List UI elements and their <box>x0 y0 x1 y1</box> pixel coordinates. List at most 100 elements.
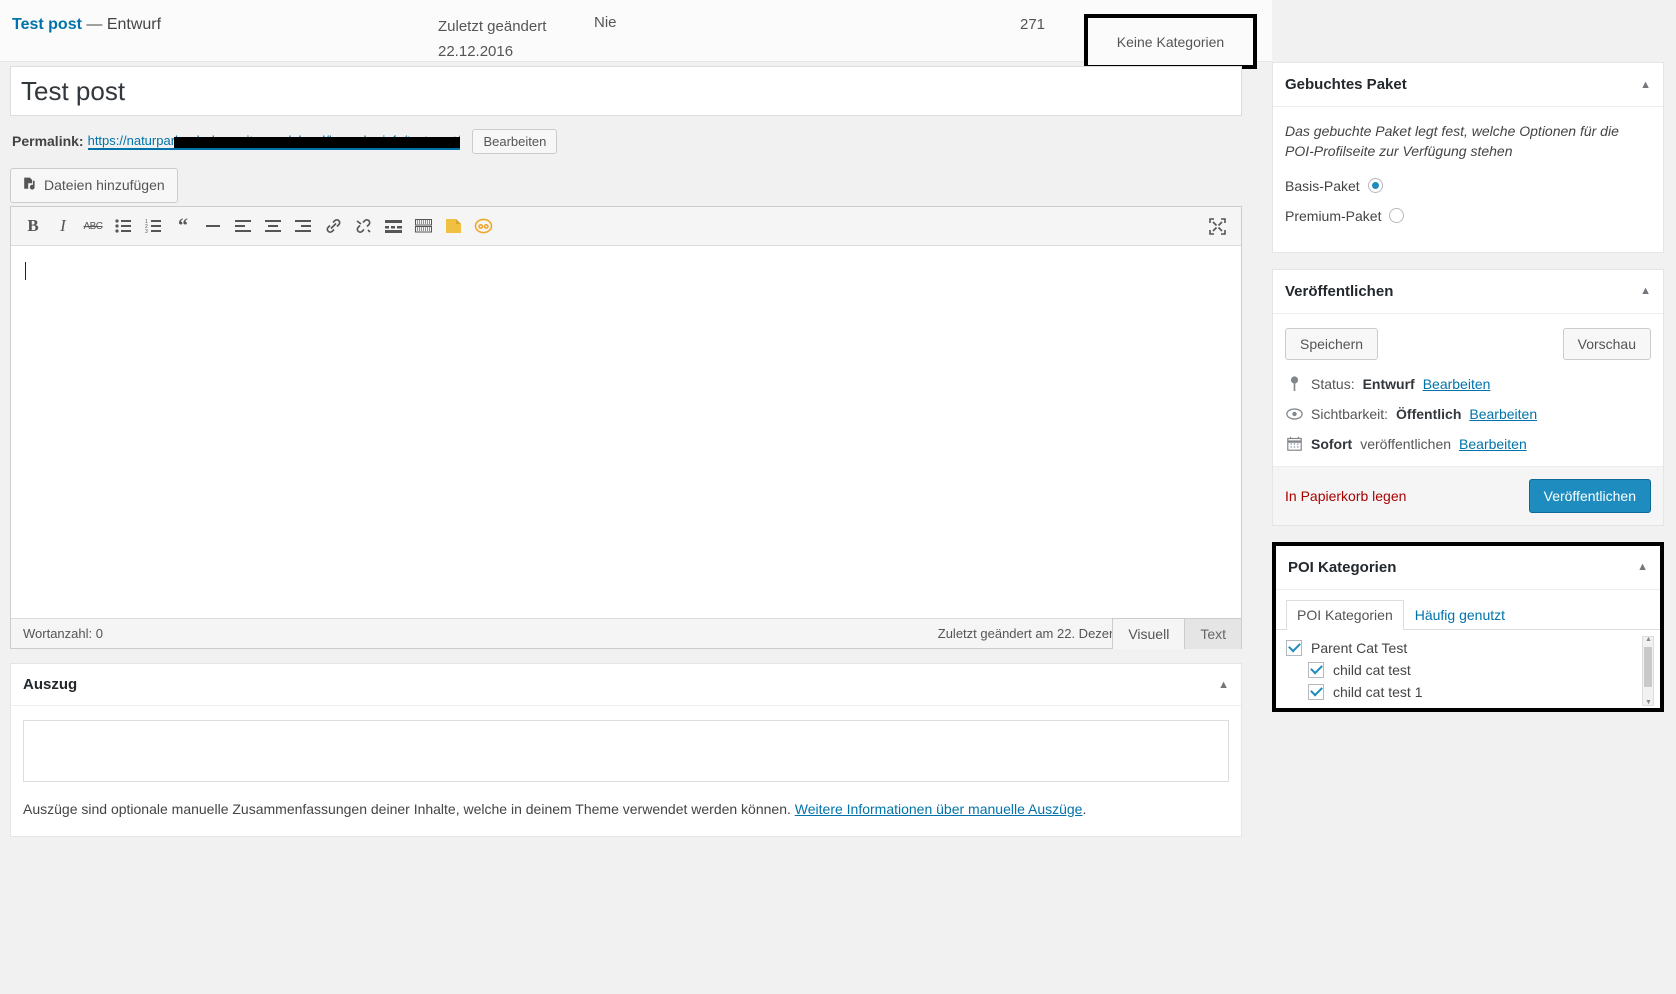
shortcode-icon[interactable] <box>469 213 497 239</box>
align-right-icon[interactable] <box>289 213 317 239</box>
category-checkbox-row[interactable]: child cat test <box>1286 661 1650 678</box>
category-label: child cat test <box>1333 661 1411 678</box>
page-break-icon[interactable] <box>439 213 467 239</box>
status-label: Status: <box>1311 375 1355 392</box>
strikethrough-icon[interactable]: ABC <box>79 213 107 239</box>
poi-categories-header[interactable]: POI Kategorien ▲ <box>1276 546 1660 590</box>
last-modified-label: Zuletzt geändert <box>438 18 547 35</box>
editor-main-column: Test post Permalink: https://naturpark-m… <box>0 62 1252 837</box>
save-draft-button[interactable]: Speichern <box>1285 327 1379 360</box>
scrollbar-thumb[interactable] <box>1644 646 1652 687</box>
insert-link-icon[interactable] <box>319 213 347 239</box>
chevron-up-icon[interactable]: ▲ <box>1640 285 1651 297</box>
status-edit-link[interactable]: Bearbeiten <box>1423 376 1491 392</box>
visibility-value: Öffentlich <box>1396 405 1462 422</box>
tab-visual[interactable]: Visuell <box>1112 618 1186 649</box>
poi-categories-list: Parent Cat Test child cat test child cat… <box>1276 630 1660 708</box>
tinymce-editor: B I ABC 123 “ Wortanzahl: 0 Zuletzt geän… <box>10 206 1242 649</box>
calendar-icon <box>1285 436 1303 451</box>
paket-option-premium-label: Premium-Paket <box>1285 207 1382 224</box>
checkbox-child-cat-test-1[interactable] <box>1308 683 1324 700</box>
category-label: child cat test 1 <box>1333 683 1423 700</box>
redaction-bar <box>173 136 461 148</box>
post-id-count: 271 <box>1020 16 1046 33</box>
paket-option-premium[interactable]: Premium-Paket <box>1285 208 1651 224</box>
scroll-up-icon[interactable]: ▲ <box>1645 636 1652 643</box>
align-left-icon[interactable] <box>229 213 257 239</box>
bold-icon[interactable]: B <box>19 213 47 239</box>
post-title-summary: Test post — Entwurf <box>12 16 161 34</box>
bulleted-list-icon[interactable] <box>109 213 137 239</box>
horizontal-rule-icon[interactable] <box>199 213 227 239</box>
publish-button[interactable]: Veröffentlichen <box>1528 478 1651 513</box>
permalink-link[interactable]: https://naturpark-mb.dev-seitenwerk.loca… <box>87 133 461 150</box>
editor-mode-tabs: Visuell Text <box>1112 618 1242 649</box>
poi-categories-tabs: POI Kategorien Häufig genutzt <box>1276 590 1660 630</box>
categories-summary-text: Keine Kategorien <box>1116 33 1225 50</box>
unlink-icon[interactable] <box>349 213 377 239</box>
add-media-label: Dateien hinzufügen <box>44 177 165 193</box>
distraction-free-icon[interactable] <box>1203 213 1231 239</box>
editor-status-footer: Wortanzahl: 0 Zuletzt geändert am 22. De… <box>11 618 1241 648</box>
align-center-icon[interactable] <box>259 213 287 239</box>
media-buttons-row: Dateien hinzufügen Visuell Text <box>10 164 1242 649</box>
scroll-down-icon[interactable]: ▼ <box>1645 699 1652 706</box>
chevron-up-icon[interactable]: ▲ <box>1637 561 1648 573</box>
excerpt-textarea[interactable] <box>23 720 1229 782</box>
excerpt-help-link[interactable]: Weitere Informationen über manuelle Ausz… <box>795 801 1083 817</box>
italic-icon[interactable]: I <box>49 213 77 239</box>
schedule-label: veröffentlichen <box>1360 435 1452 452</box>
excerpt-panel-header[interactable]: Auszug ▲ <box>11 664 1241 706</box>
gebuchtes-paket-header[interactable]: Gebuchtes Paket ▲ <box>1273 63 1663 107</box>
chevron-up-icon[interactable]: ▲ <box>1218 679 1229 691</box>
editor-sidebar: Gebuchtes Paket ▲ Das gebuchte Paket leg… <box>1272 0 1676 712</box>
category-list-scrollbar[interactable]: ▲ ▼ <box>1642 635 1654 706</box>
schedule-value: Sofort <box>1311 435 1353 452</box>
chevron-up-icon[interactable]: ▲ <box>1640 79 1651 91</box>
radio-basis-paket[interactable] <box>1367 178 1383 194</box>
preview-button[interactable]: Vorschau <box>1562 327 1651 360</box>
permalink-row: Permalink: https://naturpark-mb.dev-seit… <box>12 124 1242 158</box>
categories-summary-highlight: Keine Kategorien <box>1084 14 1257 69</box>
tab-haeufig-genutzt[interactable]: Häufig genutzt <box>1404 600 1516 629</box>
status-value: Entwurf <box>1362 375 1415 392</box>
checkbox-child-cat-test[interactable] <box>1308 661 1324 678</box>
status-row: Status: Entwurf Bearbeiten <box>1285 376 1651 392</box>
move-to-trash-link[interactable]: In Papierkorb legen <box>1285 488 1406 504</box>
post-title-link[interactable]: Test post <box>12 16 82 33</box>
pin-icon <box>1285 375 1303 392</box>
editor-wrapper: Dateien hinzufügen Visuell Text B I ABC … <box>10 164 1242 649</box>
checkbox-parent-cat-test[interactable] <box>1286 639 1302 656</box>
never-value: Nie <box>594 14 617 31</box>
excerpt-help-after: . <box>1082 801 1087 817</box>
read-more-tag-icon[interactable] <box>379 213 407 239</box>
excerpt-panel-title: Auszug <box>23 676 78 693</box>
post-status-text: — Entwurf <box>81 16 162 33</box>
visibility-edit-link[interactable]: Bearbeiten <box>1469 406 1537 422</box>
paket-option-basis[interactable]: Basis-Paket <box>1285 178 1651 194</box>
media-icon <box>21 176 37 195</box>
editor-content-area[interactable] <box>11 246 1241 618</box>
category-label: Parent Cat Test <box>1311 639 1408 656</box>
category-checkbox-row[interactable]: child cat test 1 <box>1286 683 1650 700</box>
svg-text:3: 3 <box>145 229 148 233</box>
schedule-edit-link[interactable]: Bearbeiten <box>1459 436 1527 452</box>
publish-panel-body: Speichern Vorschau Status: Entwurf Bearb… <box>1273 314 1663 466</box>
numbered-list-icon[interactable]: 123 <box>139 213 167 239</box>
edit-permalink-button[interactable]: Bearbeiten <box>472 128 558 154</box>
post-title-input[interactable]: Test post <box>21 76 125 107</box>
visibility-row: Sichtbarkeit: Öffentlich Bearbeiten <box>1285 406 1651 422</box>
toolbar-toggle-icon[interactable] <box>409 213 437 239</box>
radio-premium-paket[interactable] <box>1389 208 1405 224</box>
permalink-label: Permalink: <box>12 133 84 149</box>
blockquote-icon[interactable]: “ <box>169 213 197 239</box>
tab-poi-kategorien[interactable]: POI Kategorien <box>1286 599 1404 630</box>
add-media-button[interactable]: Dateien hinzufügen <box>10 167 178 203</box>
tab-text[interactable]: Text <box>1184 618 1242 649</box>
publish-panel-header[interactable]: Veröffentlichen ▲ <box>1273 270 1663 314</box>
post-title-field-wrapper[interactable]: Test post <box>10 66 1242 116</box>
category-checkbox-row[interactable]: Parent Cat Test <box>1286 639 1650 656</box>
word-count: Wortanzahl: 0 <box>23 626 103 641</box>
text-caret <box>25 262 26 280</box>
publish-panel: Veröffentlichen ▲ Speichern Vorschau Sta… <box>1272 268 1664 526</box>
